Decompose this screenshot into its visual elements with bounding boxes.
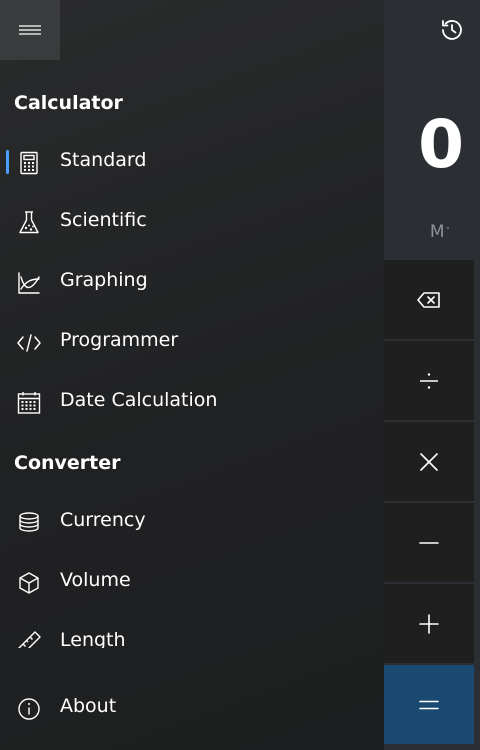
result-display: 0 bbox=[418, 106, 464, 183]
nav-item-label: Programmer bbox=[60, 329, 179, 351]
backspace-button[interactable] bbox=[384, 260, 474, 339]
nav-item-label: Scientific bbox=[60, 209, 147, 231]
flask-icon bbox=[16, 210, 42, 236]
info-icon bbox=[16, 696, 42, 722]
nav-item-label: Length bbox=[60, 629, 126, 648]
converter-section-header: Converter bbox=[14, 452, 121, 474]
nav-item-label: About bbox=[60, 695, 117, 717]
ruler-icon bbox=[16, 630, 42, 648]
multiply-icon bbox=[420, 452, 438, 471]
backspace-icon bbox=[417, 291, 440, 308]
history-button[interactable] bbox=[432, 10, 472, 50]
cube-icon bbox=[16, 570, 42, 596]
nav-item-scientific[interactable]: Scientific bbox=[0, 194, 384, 250]
equals-button[interactable] bbox=[384, 665, 474, 744]
divide-button[interactable] bbox=[384, 341, 474, 420]
nav-item-label: Currency bbox=[60, 509, 146, 531]
nav-item-label: Date Calculation bbox=[60, 389, 218, 411]
history-icon bbox=[442, 20, 462, 40]
nav-item-standard[interactable]: Standard bbox=[0, 134, 384, 190]
nav-item-length[interactable]: Length bbox=[0, 614, 384, 648]
add-button[interactable] bbox=[384, 584, 474, 663]
memory-label: M bbox=[429, 222, 445, 242]
equals-icon bbox=[419, 700, 439, 709]
nav-item-volume[interactable]: Volume bbox=[0, 554, 384, 610]
minus-icon bbox=[419, 541, 439, 544]
nav-item-date-calculation[interactable]: Date Calculation bbox=[0, 374, 384, 430]
graph-icon bbox=[16, 270, 42, 296]
plus-icon bbox=[419, 613, 439, 634]
chevron-down-icon: ˅ bbox=[445, 227, 451, 237]
nav-list: Calculator Standard Scientific Graphing … bbox=[0, 0, 384, 648]
nav-item-programmer[interactable]: Programmer bbox=[0, 314, 384, 370]
calculator-icon bbox=[16, 150, 42, 176]
nav-item-about[interactable]: About bbox=[0, 680, 384, 736]
calculator-app: 0 M˅ Calculator Standard Scientific Grap… bbox=[0, 0, 480, 750]
coins-icon bbox=[16, 510, 42, 536]
multiply-button[interactable] bbox=[384, 422, 474, 501]
nav-item-graphing[interactable]: Graphing bbox=[0, 254, 384, 310]
code-icon bbox=[16, 330, 42, 356]
nav-item-label: Graphing bbox=[60, 269, 148, 291]
nav-item-currency[interactable]: Currency bbox=[0, 494, 384, 550]
memory-button[interactable]: M˅ bbox=[420, 218, 460, 246]
nav-item-label: Standard bbox=[60, 149, 147, 171]
subtract-button[interactable] bbox=[384, 503, 474, 582]
navigation-drawer: Calculator Standard Scientific Graphing … bbox=[0, 0, 384, 750]
calendar-icon bbox=[16, 390, 42, 416]
divide-icon bbox=[420, 372, 438, 389]
nav-item-label: Volume bbox=[60, 569, 131, 591]
calculator-section-header: Calculator bbox=[14, 92, 123, 114]
